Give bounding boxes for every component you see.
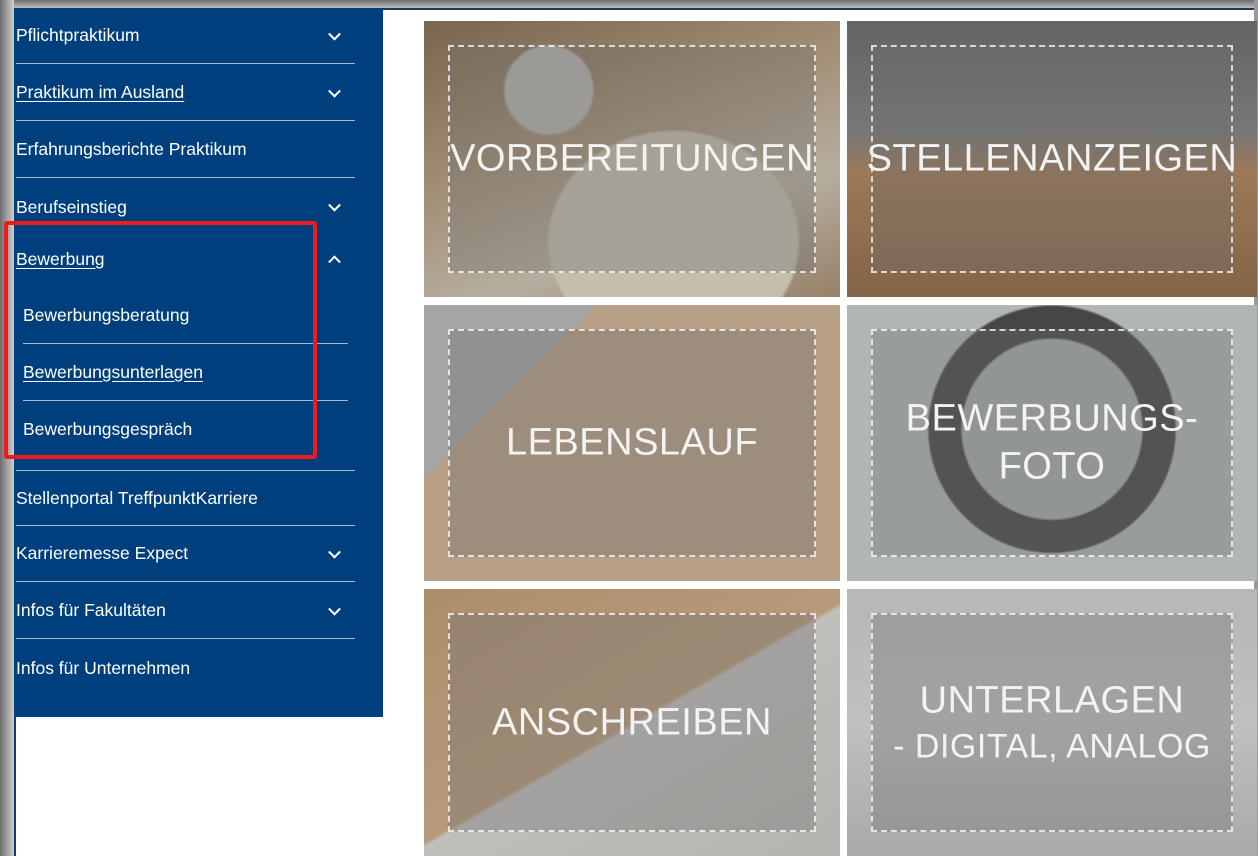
- tile-title: STELLENANZEIGEN: [866, 137, 1238, 180]
- sidebar-item-label: Berufseinstieg: [16, 196, 127, 217]
- sidebar-item-praktikum-im-ausland[interactable]: Praktikum im Ausland: [16, 65, 355, 121]
- tile-bewerbungsfoto[interactable]: BEWERBUNGS- FOTO: [847, 305, 1257, 581]
- tile-title: VORBEREITUNGEN: [450, 137, 814, 180]
- sidebar-item-berufseinstieg[interactable]: Berufseinstieg: [16, 179, 355, 235]
- sidebar-item-label: Pflichtpraktikum: [16, 25, 140, 45]
- sidebar-item-label: Erfahrungsberichte Praktikum: [16, 139, 247, 159]
- sidebar-item-label: Bewerbung: [16, 248, 105, 269]
- tile-subtitle: - DIGITAL, ANALOG: [893, 727, 1211, 765]
- sidebar-item-bewerbung[interactable]: Bewerbung: [16, 231, 355, 287]
- sidebar-subitem-bewerbungsberatung[interactable]: Bewerbungsberatung: [23, 287, 348, 344]
- sidebar-subitem-bewerbungsgespraech[interactable]: Bewerbungsgespräch: [23, 401, 348, 458]
- sidebar-item-stellenportal[interactable]: Stellenportal TreffpunktKarriere: [16, 470, 355, 526]
- sidebar-subitem-bewerbungsunterlagen[interactable]: Bewerbungsunterlagen: [23, 344, 348, 401]
- chevron-down-icon[interactable]: [328, 602, 341, 616]
- sidebar-item-infos-unternehmen[interactable]: Infos für Unternehmen: [16, 640, 355, 696]
- sidebar-item-label: Praktikum im Ausland: [16, 82, 185, 102]
- chevron-down-icon[interactable]: [328, 27, 341, 41]
- tile-title-main: UNTERLAGEN: [919, 679, 1185, 722]
- sidebar-item-label: Infos für Unternehmen: [16, 657, 191, 678]
- tile-title: LEBENSLAUF: [505, 421, 759, 464]
- tile-unterlagen[interactable]: UNTERLAGEN - DIGITAL, ANALOG: [847, 589, 1257, 856]
- sidebar-item-pflichtpraktikum[interactable]: Pflichtpraktikum: [16, 8, 355, 64]
- sidebar-item-karrieremesse[interactable]: Karrieremesse Expect: [16, 526, 355, 582]
- sidebar-item-infos-fakultaeten[interactable]: Infos für Fakultäten: [16, 583, 355, 639]
- sidebar-subitem-label: Bewerbungsberatung: [23, 304, 190, 325]
- sidebar-item-label: Karrieremesse Expect: [16, 543, 189, 563]
- chevron-up-icon[interactable]: [328, 255, 341, 269]
- tile-title: BEWERBUNGS- FOTO: [905, 397, 1199, 488]
- sidebar-item-label: Infos für Fakultäten: [16, 600, 166, 620]
- window-frame-top: [0, 0, 1258, 8]
- sidebar-nav: Pflichtpraktikum Praktikum im Ausland Er…: [14, 8, 383, 717]
- chevron-down-icon[interactable]: [328, 545, 341, 559]
- chevron-down-icon[interactable]: [328, 84, 341, 98]
- tile-lebenslauf[interactable]: LEBENSLAUF: [424, 305, 840, 581]
- window-frame-left: [0, 0, 14, 856]
- tile-title: ANSCHREIBEN: [492, 700, 772, 743]
- tile-stellenanzeigen[interactable]: STELLENANZEIGEN: [847, 21, 1257, 297]
- tile-anschreiben[interactable]: ANSCHREIBEN: [424, 589, 840, 856]
- sidebar-item-erfahrungsberichte[interactable]: Erfahrungsberichte Praktikum: [16, 122, 355, 178]
- sidebar-subitem-label: Bewerbungsgespräch: [23, 419, 193, 439]
- tile-title: UNTERLAGEN - DIGITAL, ANALOG: [847, 630, 1257, 815]
- sidebar-item-label: Stellenportal TreffpunktKarriere: [16, 487, 258, 508]
- tile-vorbereitungen[interactable]: VORBEREITUNGEN: [424, 21, 840, 297]
- chevron-down-icon[interactable]: [328, 198, 341, 212]
- sidebar-subitem-label: Bewerbungsunterlagen: [23, 361, 203, 382]
